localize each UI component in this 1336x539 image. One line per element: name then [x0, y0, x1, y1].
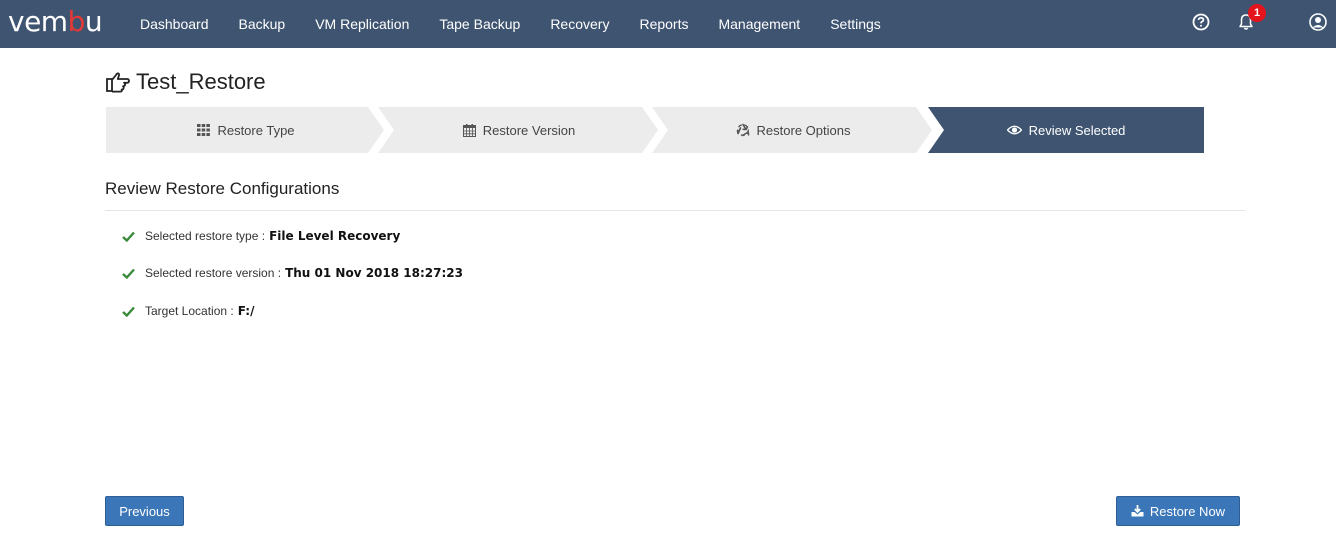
restore-now-button[interactable]: Restore Now [1116, 496, 1240, 526]
vembu-logo[interactable]: vembu [8, 5, 103, 39]
nav-vm-replication[interactable]: VM Replication [300, 0, 424, 48]
top-navbar: vembu Dashboard Backup VM Replication Ta… [0, 0, 1336, 48]
eye-icon [1006, 125, 1022, 135]
nav-reports[interactable]: Reports [624, 0, 703, 48]
review-item-target-location: Target Location : F:/ [122, 304, 254, 318]
section-heading: Review Restore Configurations [105, 179, 340, 198]
download-icon [1131, 505, 1144, 517]
previous-button[interactable]: Previous [105, 496, 184, 526]
restore-now-label: Restore Now [1149, 503, 1226, 519]
notification-badge: 1 [1248, 4, 1266, 22]
grid-icon [197, 124, 211, 136]
nav-tape-backup[interactable]: Tape Backup [424, 0, 535, 48]
nav-backup[interactable]: Backup [224, 0, 301, 48]
step-label: Restore Version [482, 122, 576, 138]
review-item-restore-type: Selected restore type : File Level Recov… [122, 229, 400, 243]
page-title-text: Test_Restore [136, 69, 266, 94]
review-value: Thu 01 Nov 2018 18:27:23 [285, 266, 463, 280]
user-icon[interactable] [1309, 13, 1327, 31]
nav-settings[interactable]: Settings [815, 0, 896, 48]
wizard-steps: Restore Type Restore Version Restore Opt… [106, 107, 1204, 153]
step-label: Restore Options [756, 122, 851, 138]
review-value: File Level Recovery [269, 229, 401, 243]
step-restore-options[interactable]: Restore Options [652, 107, 934, 153]
page-title: Test_Restore [105, 67, 266, 97]
step-restore-type[interactable]: Restore Type [106, 107, 386, 153]
review-label: Selected restore version : [145, 266, 282, 280]
step-label: Restore Type [217, 122, 295, 138]
recycle-icon [736, 123, 749, 137]
review-item-restore-version: Selected restore version : Thu 01 Nov 20… [122, 266, 463, 280]
check-icon [122, 268, 135, 279]
hand-pointer-icon [106, 72, 130, 93]
step-label: Review Selected [1028, 122, 1126, 138]
step-review-selected[interactable]: Review Selected [928, 107, 1204, 153]
review-label: Selected restore type : [145, 229, 266, 243]
nav-dashboard[interactable]: Dashboard [125, 0, 224, 48]
review-value: F:/ [237, 304, 255, 318]
check-icon [122, 306, 135, 317]
calendar-icon [462, 123, 476, 137]
main-nav: Dashboard Backup VM Replication Tape Bac… [125, 0, 896, 48]
review-label: Target Location : [145, 304, 234, 318]
nav-management[interactable]: Management [703, 0, 815, 48]
previous-button-label: Previous [119, 503, 170, 519]
divider [105, 210, 1245, 211]
check-icon [122, 231, 135, 242]
step-restore-version[interactable]: Restore Version [378, 107, 660, 153]
nav-recovery[interactable]: Recovery [535, 0, 624, 48]
help-icon[interactable] [1192, 13, 1210, 31]
